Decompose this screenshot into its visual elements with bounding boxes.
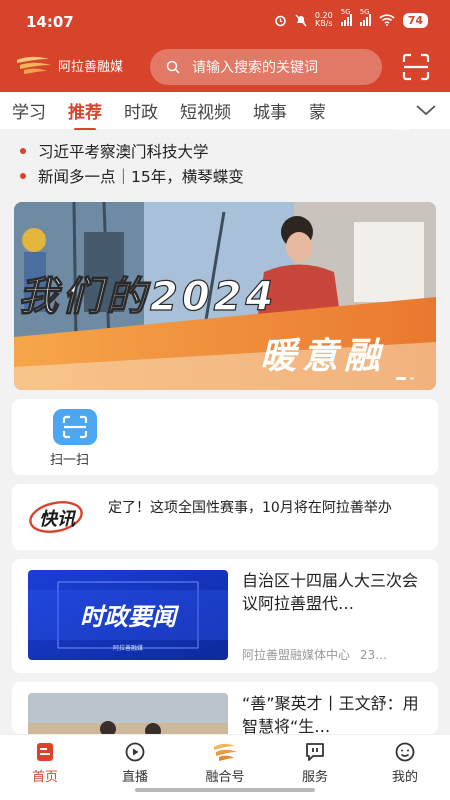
sim2-signal: 5G	[359, 8, 371, 26]
tab-politics[interactable]: 时政	[124, 98, 158, 123]
banner-title: 我们的2024	[18, 274, 277, 320]
app-logo: 阿拉善融媒	[14, 54, 123, 76]
thumbnail-subtitle: 阿拉善融媒	[113, 644, 143, 652]
search-icon	[166, 60, 180, 74]
tab-recommend[interactable]: 推荐	[68, 98, 102, 131]
banner-subtitle: 暖意融	[260, 336, 386, 377]
nav-profile[interactable]: 我的	[370, 741, 440, 785]
quick-actions: 扫一扫	[12, 399, 438, 475]
article-title: 自治区十四届人大三次会议阿拉善盟代…	[242, 571, 419, 613]
nav-live[interactable]: 直播	[100, 741, 170, 785]
headline-list: 习近平考察澳门科技大学 新闻多一点｜15年，横琴蝶变	[0, 130, 450, 196]
sim1-signal: 5G	[340, 8, 352, 26]
alarm-icon	[275, 15, 286, 26]
article-card[interactable]: 时政要闻 阿拉善融媒 自治区十四届人大三次会议阿拉善盟代… 阿拉善盟融媒体中心 …	[12, 559, 438, 673]
app-header: 14:07 0.20 KB/s 5G 5G 74 阿拉善融媒 请输入搜索的关键词	[0, 0, 450, 92]
tab-short-video[interactable]: 短视频	[180, 98, 231, 123]
mute-icon	[295, 14, 307, 26]
net-speed: 0.20 KB/s	[314, 11, 333, 28]
article-card[interactable]: “善”聚英才丨王文舒：用智慧将“生…	[12, 682, 438, 734]
logo-mark-icon	[17, 56, 51, 74]
article-time: 23…	[359, 648, 388, 662]
article-thumbnail: 时政要闻 阿拉善融媒	[28, 570, 228, 660]
status-icons: 0.20 KB/s 5G 5G 74	[274, 8, 428, 28]
status-time: 14:07	[26, 13, 74, 31]
headline-item[interactable]: 习近平考察澳门科技大学	[20, 140, 209, 162]
article-thumbnail	[28, 693, 228, 734]
hero-banner[interactable]: 我们的2024 暖意融	[14, 202, 436, 390]
chevron-down-icon	[416, 105, 436, 116]
tabs-more[interactable]	[414, 100, 438, 120]
service-icon	[306, 743, 324, 761]
bullet-dot	[20, 148, 26, 154]
home-indicator[interactable]	[135, 788, 315, 792]
search-placeholder: 请输入搜索的关键词	[192, 60, 318, 76]
ronghe-logo-icon	[214, 743, 237, 761]
tab-mongolian[interactable]: 蒙	[309, 98, 326, 123]
tab-city[interactable]: 城事	[253, 98, 287, 123]
tabs-fade	[380, 92, 410, 130]
search-bar[interactable]: 请输入搜索的关键词	[150, 49, 382, 85]
flash-text: 定了！这项全国性赛事，10月将在阿拉善举办	[108, 500, 392, 516]
scan-label[interactable]: 扫一扫	[50, 449, 89, 468]
svg-text:快讯: 快讯	[39, 509, 77, 530]
nav-ronghe[interactable]: 融合号	[190, 741, 260, 785]
nav-service[interactable]: 服务	[280, 741, 350, 785]
home-icon	[37, 743, 53, 761]
thumbnail-title: 时政要闻	[80, 603, 180, 631]
flash-news[interactable]: 快讯 定了！这项全国性赛事，10月将在阿拉善举办	[12, 484, 438, 550]
wifi-icon	[379, 14, 395, 26]
status-bar: 14:07 0.20 KB/s 5G 5G 74	[0, 0, 450, 44]
article-meta: 阿拉善盟融媒体中心 23…	[242, 646, 387, 663]
bullet-dot	[20, 173, 26, 179]
banner-image: 我们的2024 暖意融	[14, 202, 436, 390]
banner-pager	[396, 377, 414, 380]
article-source: 阿拉善盟融媒体中心	[242, 648, 351, 662]
article-title: “善”聚英才丨王文舒：用智慧将“生…	[242, 694, 419, 734]
nav-home[interactable]: 首页	[10, 741, 80, 785]
tab-study[interactable]: 学习	[12, 98, 46, 123]
scan-icon[interactable]	[402, 53, 430, 81]
profile-icon	[395, 742, 415, 762]
battery-level: 74	[402, 12, 428, 28]
scan-icon[interactable]	[53, 409, 97, 445]
live-icon	[125, 742, 145, 762]
app-name: 阿拉善融媒	[58, 59, 124, 75]
headline-item[interactable]: 新闻多一点｜15年，横琴蝶变	[20, 165, 244, 187]
channel-tabs: 学习 推荐 时政 短视频 城事 蒙	[0, 92, 450, 131]
flash-badge-icon: 快讯	[29, 501, 83, 533]
